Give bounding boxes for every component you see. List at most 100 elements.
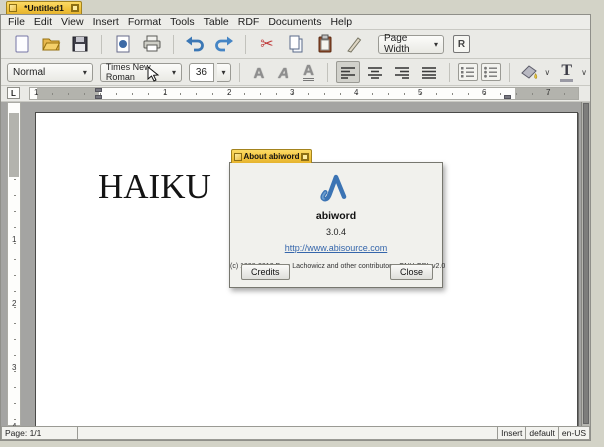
about-dialog-title: About abiword (242, 152, 301, 161)
toolbar-separator (239, 63, 240, 82)
document-area: 1 2 3 4 HAIKU About abiword (1, 102, 590, 426)
website-link[interactable]: http://www.abisource.com (285, 243, 388, 253)
bulleted-list-icon (483, 66, 498, 78)
document-text[interactable]: HAIKU (98, 169, 211, 204)
window-tab[interactable]: *Untitled1 (6, 1, 82, 14)
standard-toolbar: ✂ Page Width (1, 30, 590, 59)
new-document-button[interactable] (9, 31, 35, 57)
mouse-cursor (147, 66, 160, 82)
menu-table[interactable]: Table (204, 16, 229, 28)
numbered-list-button[interactable] (458, 63, 478, 81)
ruler-number: 1 (34, 89, 38, 97)
print-preview-icon (113, 34, 133, 54)
style-value: Normal (13, 67, 45, 78)
align-left-button[interactable] (336, 61, 360, 83)
abiword-window: File Edit View Insert Format Tools Table… (0, 14, 591, 441)
zoom-icon[interactable] (71, 4, 79, 12)
chevron-down-icon[interactable]: ∨ (544, 68, 550, 77)
highlight-color-button[interactable] (517, 59, 540, 85)
paste-button[interactable] (312, 31, 338, 57)
zoom-icon[interactable] (301, 153, 309, 161)
bulleted-list-button[interactable] (481, 63, 501, 81)
insert-mode-indicator[interactable]: Insert (498, 426, 526, 440)
menu-rdf[interactable]: RDF (238, 16, 260, 28)
toolbar-separator (509, 63, 510, 82)
pen-button[interactable] (341, 31, 367, 57)
align-right-button[interactable] (390, 61, 414, 83)
menu-documents[interactable]: Documents (268, 16, 321, 28)
menu-tools[interactable]: Tools (170, 16, 195, 28)
rdf-toggle-button[interactable]: R (453, 35, 470, 53)
align-right-icon (394, 66, 410, 79)
new-document-icon (12, 34, 32, 54)
redo-button[interactable] (211, 31, 237, 57)
app-name: abiword (230, 210, 442, 222)
cut-icon: ✂ (260, 36, 273, 52)
toolbar-separator (245, 35, 246, 54)
menu-view[interactable]: View (61, 16, 84, 28)
vertical-scrollbar[interactable] (581, 102, 590, 426)
ruler-ticks (36, 93, 576, 95)
italic-icon: A (278, 66, 289, 81)
font-color-icon: T (560, 63, 573, 82)
align-left-icon (340, 66, 356, 79)
close-icon[interactable] (9, 4, 17, 12)
ruler-number: 3 (12, 364, 16, 372)
align-center-button[interactable] (363, 61, 387, 83)
scrollbar-thumb[interactable] (583, 103, 589, 424)
font-color-button[interactable]: T (556, 59, 577, 85)
underline-button[interactable]: A (298, 62, 320, 83)
font-size-dropdown[interactable]: ▾ (217, 63, 231, 82)
first-line-indent-marker[interactable] (95, 88, 102, 92)
align-justify-button[interactable] (417, 61, 441, 83)
menu-format[interactable]: Format (128, 16, 161, 28)
italic-button[interactable]: A (273, 62, 295, 83)
zoom-select[interactable]: Page Width ▾ (378, 35, 444, 54)
credits-button[interactable]: Credits (241, 264, 290, 280)
chevron-down-icon[interactable]: ∨ (581, 68, 587, 77)
left-indent-marker[interactable] (95, 95, 102, 99)
ruler-number: 4 (354, 89, 358, 97)
open-button[interactable] (38, 31, 64, 57)
save-button[interactable] (67, 31, 93, 57)
tabstop-selector[interactable]: L (7, 87, 20, 99)
horizontal-ruler: 1 1 2 3 4 5 6 7 (29, 87, 579, 100)
ruler-number: 2 (12, 300, 16, 308)
ruler-number: 1 (163, 89, 167, 97)
toolbar-separator (101, 35, 102, 54)
right-indent-marker[interactable] (504, 95, 511, 99)
menu-help[interactable]: Help (330, 16, 352, 28)
menu-edit[interactable]: Edit (34, 16, 52, 28)
font-size-input[interactable]: 36 (189, 63, 214, 82)
undo-icon (185, 34, 205, 54)
desktop: *Untitled1 File Edit View Insert Format … (0, 0, 604, 447)
about-dialog-tab[interactable]: About abiword (231, 149, 312, 163)
ruler-number: 5 (418, 89, 422, 97)
print-button[interactable] (139, 31, 165, 57)
menu-file[interactable]: File (8, 16, 25, 28)
chevron-down-icon: ▾ (167, 68, 176, 77)
save-icon (70, 34, 90, 54)
style-select[interactable]: Normal ▾ (7, 63, 93, 82)
align-justify-icon (421, 66, 437, 79)
window-title: *Untitled1 (17, 3, 71, 13)
bold-button[interactable]: A (248, 62, 270, 83)
menu-insert[interactable]: Insert (93, 16, 119, 28)
format-toolbar: Normal ▾ Times New Roman ▾ 36 ▾ A A A (1, 59, 590, 86)
font-select[interactable]: Times New Roman ▾ (100, 63, 182, 82)
close-button[interactable]: Close (390, 264, 433, 280)
status-message-area (78, 426, 498, 440)
cut-button[interactable]: ✂ (254, 31, 280, 57)
close-icon[interactable] (234, 153, 242, 161)
toolbar-separator (449, 63, 450, 82)
style-indicator[interactable]: default (526, 426, 559, 440)
print-preview-button[interactable] (110, 31, 136, 57)
open-folder-icon (41, 34, 61, 54)
copy-button[interactable] (283, 31, 309, 57)
abiword-logo-icon (318, 169, 354, 203)
language-indicator[interactable]: en-US (559, 426, 590, 440)
undo-button[interactable] (182, 31, 208, 57)
align-center-icon (367, 66, 383, 79)
print-icon (142, 34, 162, 54)
ruler-number: 4 (12, 423, 16, 426)
